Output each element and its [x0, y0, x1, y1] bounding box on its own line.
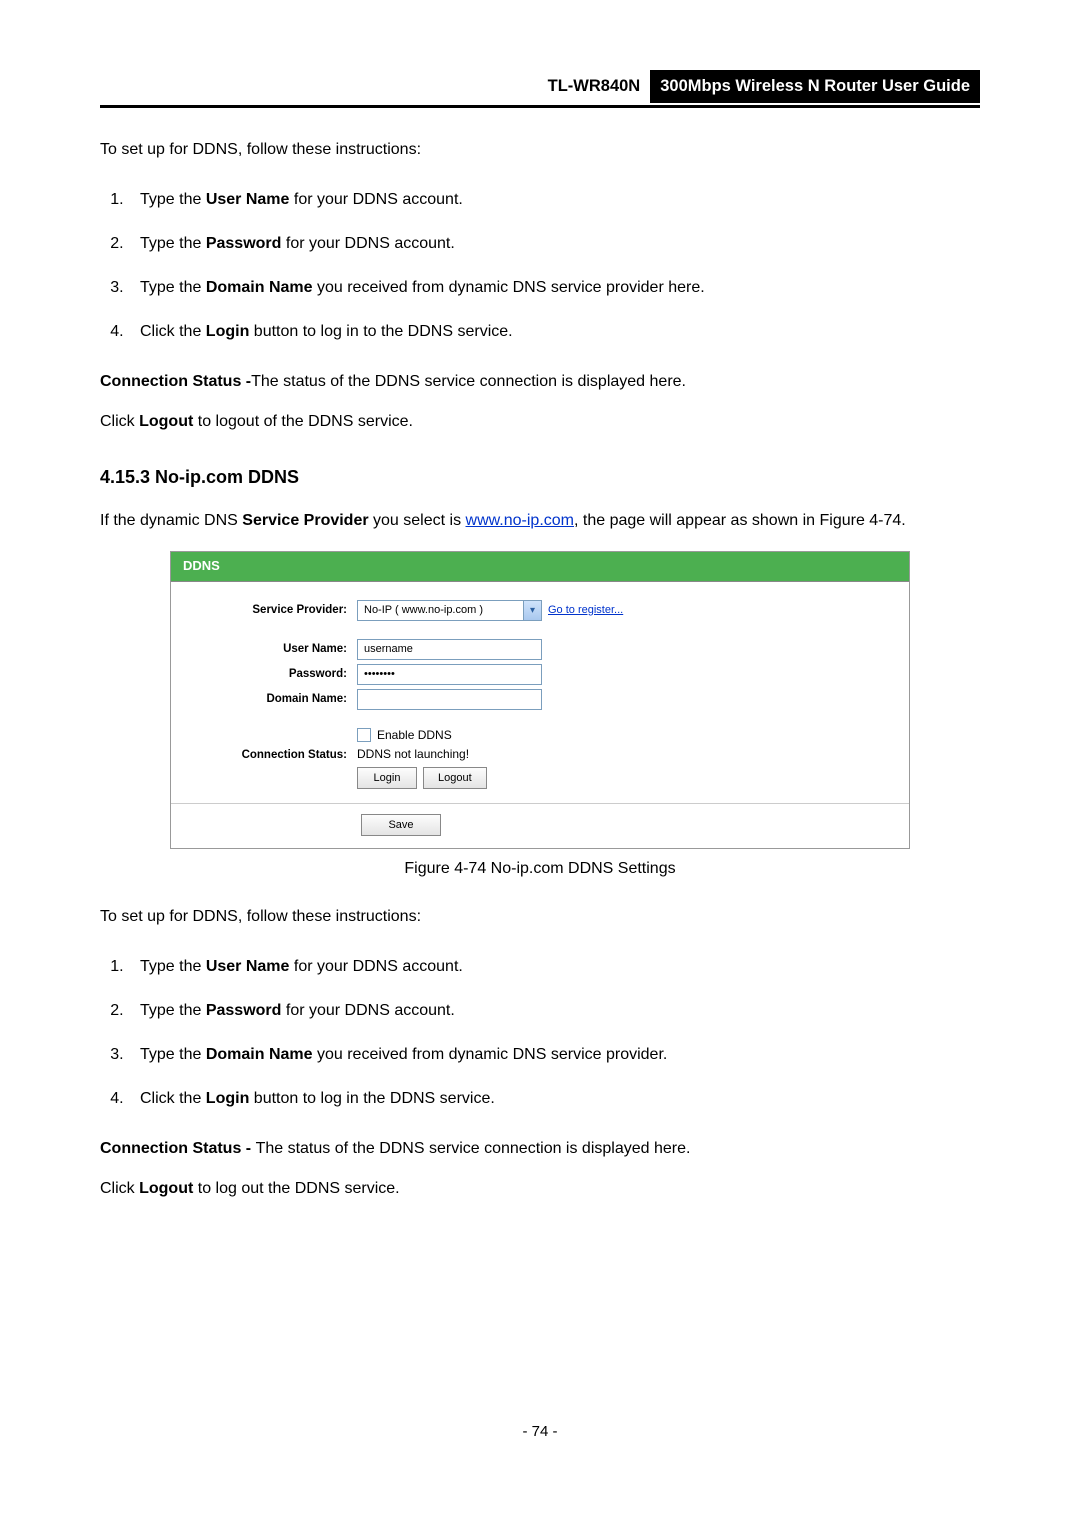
intro-text-2: To set up for DDNS, follow these instruc…: [100, 905, 980, 929]
step-item: Type the Domain Name you received from d…: [128, 1033, 980, 1077]
row-password: Password:: [187, 664, 893, 685]
password-input[interactable]: [357, 664, 542, 685]
row-connection-status: Connection Status: DDNS not launching!: [187, 747, 893, 763]
step-item: Type the User Name for your DDNS account…: [128, 945, 980, 989]
intro-text-1: To set up for DDNS, follow these instruc…: [100, 138, 980, 162]
section-heading: 4.15.3 No-ip.com DDNS: [100, 464, 980, 491]
ddns-settings-panel: DDNS Service Provider: No-IP ( www.no-ip…: [170, 551, 910, 849]
connection-status-text: DDNS not launching!: [357, 747, 469, 763]
label-connection-status: Connection Status:: [187, 748, 357, 763]
label-domain-name: Domain Name:: [187, 692, 357, 707]
steps-list-2: Type the User Name for your DDNS account…: [100, 945, 980, 1121]
chevron-down-icon: ▾: [523, 601, 541, 620]
page-number: - 74 -: [100, 1421, 980, 1444]
label-user-name: User Name:: [187, 642, 357, 657]
step-item: Type the Password for your DDNS account.: [128, 222, 980, 266]
user-name-input[interactable]: [357, 639, 542, 660]
row-service-provider: Service Provider: No-IP ( www.no-ip.com …: [187, 600, 893, 621]
domain-name-input[interactable]: [357, 689, 542, 710]
service-provider-value: No-IP ( www.no-ip.com ): [364, 603, 483, 617]
section-intro: If the dynamic DNS Service Provider you …: [100, 509, 980, 533]
label-service-provider: Service Provider:: [187, 603, 357, 618]
step-item: Type the Domain Name you received from d…: [128, 266, 980, 310]
row-user-name: User Name:: [187, 639, 893, 660]
save-button[interactable]: Save: [361, 814, 441, 836]
figure-caption: Figure 4-74 No-ip.com DDNS Settings: [100, 857, 980, 881]
service-provider-select[interactable]: No-IP ( www.no-ip.com ) ▾: [357, 600, 542, 621]
step-item: Type the User Name for your DDNS account…: [128, 178, 980, 222]
step-item: Click the Login button to log in to the …: [128, 310, 980, 354]
step-item: Type the Password for your DDNS account.: [128, 989, 980, 1033]
logout-button[interactable]: Logout: [423, 767, 487, 789]
logout-note-2: Click Logout to log out the DDNS service…: [100, 1177, 980, 1201]
connection-status-note-2: Connection Status - The status of the DD…: [100, 1137, 980, 1161]
logout-note-1: Click Logout to logout of the DDNS servi…: [100, 410, 980, 434]
step-item: Click the Login button to log in the DDN…: [128, 1077, 980, 1121]
enable-ddns-label: Enable DDNS: [377, 728, 452, 744]
enable-ddns-checkbox[interactable]: [357, 728, 371, 742]
doc-header: TL-WR840N300Mbps Wireless N Router User …: [100, 70, 980, 108]
steps-list-1: Type the User Name for your DDNS account…: [100, 178, 980, 354]
model-label: TL-WR840N: [544, 70, 651, 103]
row-save: Save: [171, 803, 909, 848]
row-login-buttons: Login Logout: [187, 767, 893, 789]
go-register-link[interactable]: Go to register...: [548, 603, 623, 617]
noip-link[interactable]: www.no-ip.com: [466, 512, 574, 529]
login-button[interactable]: Login: [357, 767, 417, 789]
guide-label: 300Mbps Wireless N Router User Guide: [650, 70, 980, 103]
row-enable-ddns: Enable DDNS: [187, 728, 893, 744]
label-password: Password:: [187, 667, 357, 682]
connection-status-note-1: Connection Status -The status of the DDN…: [100, 370, 980, 394]
ddns-panel-title: DDNS: [171, 552, 909, 582]
row-domain-name: Domain Name:: [187, 689, 893, 710]
